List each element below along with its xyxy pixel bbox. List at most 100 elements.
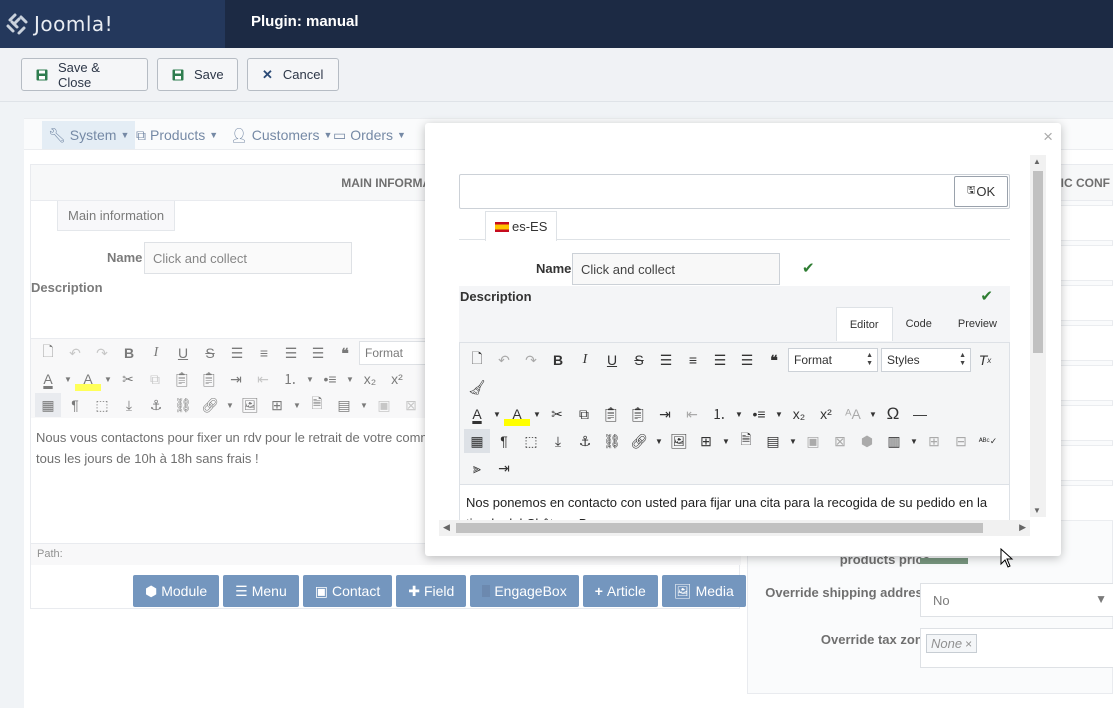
- tab-code[interactable]: Code: [893, 307, 945, 341]
- save-label: Save: [194, 67, 224, 82]
- name-input[interactable]: Click and collect: [572, 253, 780, 285]
- format-select[interactable]: Format ▲ ▼: [788, 348, 878, 372]
- chevron-down-icon[interactable]: ▼: [773, 402, 785, 426]
- scroll-thumb[interactable]: [1033, 171, 1043, 353]
- ok-button[interactable]: 🖫︎ OK: [954, 176, 1008, 207]
- outdent-icon[interactable]: ⇤: [679, 402, 705, 426]
- table-icon[interactable]: ⊞: [693, 429, 719, 453]
- chevron-down-icon[interactable]: ▼: [908, 429, 920, 453]
- bullet-list-icon[interactable]: •≡: [746, 402, 772, 426]
- redo-icon[interactable]: ↷: [518, 348, 544, 372]
- chevron-down-icon[interactable]: ▼: [867, 402, 879, 426]
- link-icon[interactable]: 🔗︎: [626, 429, 652, 453]
- anchor-icon[interactable]: ⚓︎: [572, 429, 598, 453]
- description-row: Description ✔ Editor Code Preview: [459, 286, 1010, 342]
- copy-icon[interactable]: ⧉: [571, 402, 597, 426]
- text-color-icon[interactable]: A: [464, 402, 490, 426]
- page-break-icon[interactable]: ⫸: [464, 456, 490, 480]
- omega-icon[interactable]: Ω: [880, 402, 906, 426]
- insert-column-icon[interactable]: ⊞: [921, 429, 947, 453]
- vertical-scrollbar[interactable]: ▲ ▼: [1030, 155, 1046, 517]
- align-right-icon[interactable]: ☰: [734, 348, 760, 372]
- subscript-icon[interactable]: x₂: [786, 402, 812, 426]
- cube-icon[interactable]: ⬢: [854, 429, 880, 453]
- read-more-icon[interactable]: ⇥: [491, 456, 517, 480]
- close-box-icon[interactable]: ⊠: [827, 429, 853, 453]
- modal-search-field[interactable]: 🖫︎ OK: [459, 174, 1010, 209]
- image-icon[interactable]: 🖼︎: [666, 429, 692, 453]
- unlink-icon[interactable]: ⛓︎: [599, 429, 625, 453]
- scroll-left-icon[interactable]: ◀: [443, 522, 450, 533]
- blockquote-icon[interactable]: ❝: [761, 348, 787, 372]
- background-color-icon[interactable]: A: [504, 402, 530, 426]
- modal-body: 🖫︎ OK es-ES Name Click and collect ✔ Des…: [439, 153, 1032, 520]
- styles-select[interactable]: Styles ▲ ▼: [881, 348, 971, 372]
- tab-preview[interactable]: Preview: [945, 307, 1010, 341]
- editor-toolbar: 🗋︎ ↶ ↷ B I U S ☰ ≡ ☰ ☰ ❝ Format ▲ ▼ Styles…: [460, 343, 1009, 485]
- indent-icon[interactable]: ⇥: [652, 402, 678, 426]
- media-icon[interactable]: ▣: [800, 429, 826, 453]
- new-document-icon[interactable]: 🗋︎: [464, 348, 490, 372]
- editor-content[interactable]: Nos ponemos en contacto con usted para f…: [466, 492, 1006, 520]
- save-close-button[interactable]: Save & Close: [21, 58, 148, 91]
- paragraph-icon[interactable]: ¶: [491, 429, 517, 453]
- underline-icon[interactable]: U: [599, 348, 625, 372]
- scroll-right-icon[interactable]: ▶: [1019, 522, 1026, 533]
- scroll-down-icon[interactable]: ▼: [1033, 506, 1041, 515]
- horizontal-rule-icon[interactable]: —: [907, 402, 933, 426]
- bold-icon[interactable]: B: [545, 348, 571, 372]
- chevron-down-icon[interactable]: ▼: [720, 429, 732, 453]
- numbered-list-icon[interactable]: ⒈: [706, 402, 732, 426]
- cancel-label: Cancel: [282, 67, 324, 82]
- format-label: Format: [794, 353, 833, 367]
- align-left-icon[interactable]: ☰: [707, 348, 733, 372]
- cut-icon[interactable]: ✂: [544, 402, 570, 426]
- table-grid-icon[interactable]: ▦: [464, 429, 490, 453]
- tab-label: es-ES: [512, 219, 548, 234]
- template-icon[interactable]: ▤: [760, 429, 786, 453]
- superscript-icon[interactable]: x²: [813, 402, 839, 426]
- paste-icon[interactable]: 📋︎: [598, 402, 624, 426]
- mouse-cursor-icon: [1000, 548, 1014, 568]
- tab-es-es[interactable]: es-ES: [485, 211, 558, 241]
- visual-blocks-icon[interactable]: ⬚: [518, 429, 544, 453]
- eraser-icon[interactable]: 🧹︎: [464, 375, 490, 399]
- scroll-thumb[interactable]: [456, 523, 983, 533]
- align-center-icon[interactable]: ≡: [680, 348, 706, 372]
- check-icon: ✔: [980, 288, 993, 305]
- chevron-down-icon[interactable]: ▼: [733, 402, 745, 426]
- updown-icon: ▲ ▼: [959, 352, 966, 367]
- top-header: Joomla! Plugin: manual: [0, 0, 1113, 48]
- chevron-down-icon[interactable]: ▼: [653, 429, 665, 453]
- chevron-down-icon[interactable]: ▼: [531, 402, 543, 426]
- close-icon: ✕: [262, 66, 273, 82]
- tab-editor[interactable]: Editor: [835, 307, 893, 341]
- check-icon: ✔: [802, 260, 815, 277]
- upload-icon[interactable]: ⤓: [545, 429, 571, 453]
- name-label: Name: [536, 261, 572, 276]
- italic-icon[interactable]: I: [572, 348, 598, 372]
- description-label: Description: [460, 289, 532, 304]
- spellcheck-icon[interactable]: ᴬᴮᶜ✓: [975, 429, 1001, 453]
- cancel-button[interactable]: ✕ Cancel: [247, 58, 339, 91]
- strikethrough-icon[interactable]: S: [626, 348, 652, 372]
- brand[interactable]: Joomla!: [0, 0, 225, 48]
- clear-formatting-icon[interactable]: Tx: [972, 348, 998, 372]
- document-icon[interactable]: 🗎︎: [733, 429, 759, 453]
- ok-label: OK: [976, 184, 996, 199]
- paste-text-icon[interactable]: 📋︎: [625, 402, 651, 426]
- editor-mode-tabs: Editor Code Preview: [835, 307, 1010, 341]
- close-icon[interactable]: ×: [1043, 127, 1053, 147]
- align-justify-icon[interactable]: ☰: [653, 348, 679, 372]
- scroll-up-icon[interactable]: ▲: [1033, 157, 1041, 166]
- page-title: Plugin: manual: [251, 13, 359, 30]
- undo-icon[interactable]: ↶: [491, 348, 517, 372]
- updown-icon: ▲ ▼: [866, 352, 873, 367]
- horizontal-scrollbar[interactable]: ◀ ▶: [439, 520, 1030, 536]
- columns-icon[interactable]: ▥: [881, 429, 907, 453]
- save-button[interactable]: Save: [157, 58, 238, 91]
- chevron-down-icon[interactable]: ▼: [491, 402, 503, 426]
- delete-column-icon[interactable]: ⊟: [948, 429, 974, 453]
- chevron-down-icon[interactable]: ▼: [787, 429, 799, 453]
- font-size-icon[interactable]: ᴬA: [840, 402, 866, 426]
